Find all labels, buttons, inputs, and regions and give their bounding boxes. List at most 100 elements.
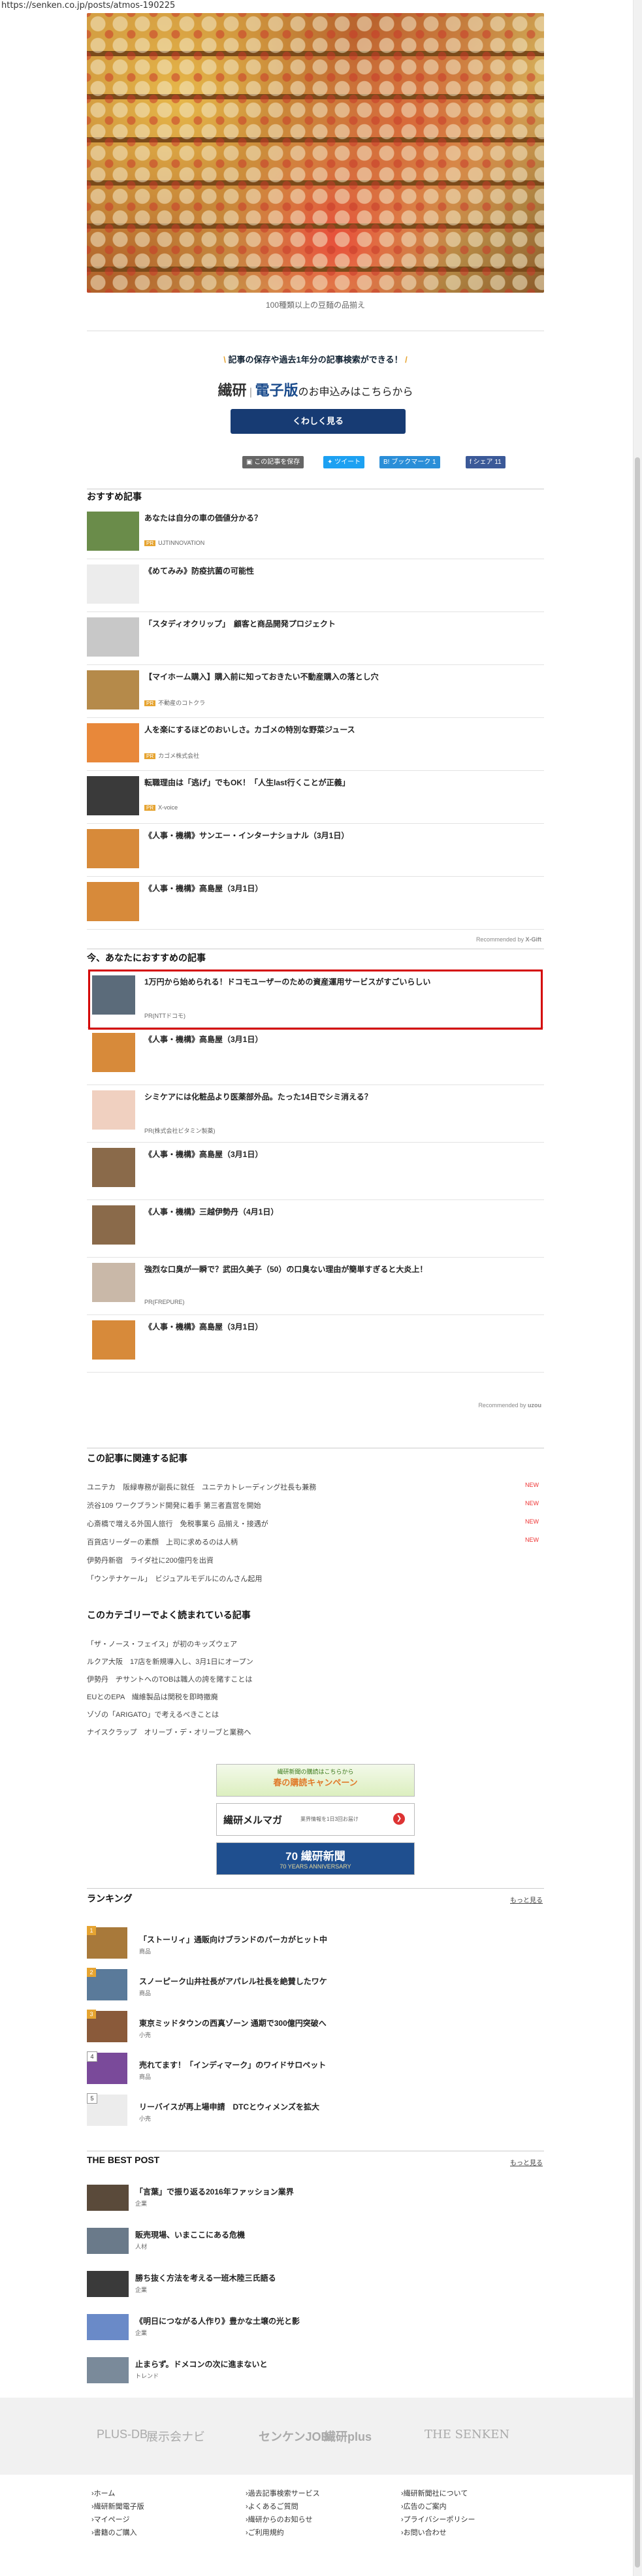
item-title: 強烈な口臭が一瞬で？武田久美子（50）の口臭ない理由が簡単すぎると大炎上！	[144, 1265, 428, 1274]
footer-link[interactable]: ›ご利用規約	[246, 2526, 320, 2539]
best-post-item[interactable]: 《明日につながる人作り》豊かな土壌の光と影 企業	[87, 2314, 544, 2343]
rank-number: 5	[87, 2093, 97, 2104]
ranking-item[interactable]: 5 リーバイスが再上場申請 DTCとウィメンズを拡大 小売	[87, 2093, 544, 2132]
best-post-item[interactable]: 販売現場、いまここにある危機 人材	[87, 2228, 544, 2257]
related-link[interactable]: 百貨店リーダーの素顔 上司に求めるのは人柄 NEW	[87, 1537, 544, 1547]
article-thumbnail	[92, 1148, 135, 1187]
divider	[87, 1888, 544, 1889]
best-post-item[interactable]: 「言葉」で振り返る2016年ファッション業界 企業	[87, 2185, 544, 2213]
ranking-item[interactable]: 2 スノーピーク山井社長がアパレル社長を絶賛したワケ 商品	[87, 1968, 544, 2007]
best-post-heading: THE BEST POST	[87, 2155, 160, 2165]
recommended-item[interactable]: 《人事・機構》高島屋（3月1日）	[87, 880, 544, 930]
ranking-item[interactable]: 4 売れてます！「インディマーク」のワイドサロペット 商品	[87, 2051, 544, 2091]
promo-lead: \ 記事の保存や過去1年分の記事検索ができる！ /	[223, 355, 408, 365]
item-category: 小売	[139, 2032, 152, 2038]
for-you-item[interactable]: 《人事・機構》高島屋（3月1日）	[87, 1031, 544, 1085]
item-category: 商品	[139, 1990, 152, 1997]
recommended-item[interactable]: 《めてみみ》防疫抗菌の可能性	[87, 562, 544, 612]
item-title: 【マイホーム購入】購入前に知っておきたい不動産購入の落とし穴	[144, 672, 379, 681]
ranking-item[interactable]: 3 東京ミッドタウンの西真ゾーン 通期で300億円突破へ 小売	[87, 2010, 544, 2049]
item-title: リーバイスが再上場申請 DTCとウィメンズを拡大	[139, 2102, 319, 2111]
item-title: 「ストーリィ」通販向けブランドのパーカがヒット中	[139, 1935, 328, 1944]
footer-link[interactable]: ›繊研新聞電子版	[91, 2500, 144, 2513]
hatena-bookmark-button[interactable]: B! ブックマーク 1	[379, 456, 440, 468]
subscription-banner[interactable]: 繊研新聞の購読はこちらから 春の購読キャンペーン	[216, 1764, 415, 1797]
footer-link[interactable]: ›書籍のご購入	[91, 2526, 144, 2539]
footer-link[interactable]: ›お問い合わせ	[401, 2526, 475, 2539]
item-title: 勝ち抜く方法を考える一班木陸三氏語る	[135, 2274, 276, 2283]
popular-link[interactable]: ルクア大阪 17店を新規導入し、3月1日にオープン	[87, 1656, 544, 1667]
pr-badge: PR	[144, 753, 156, 759]
tenjikai-navi-logo[interactable]: 展示会ナビ	[146, 2428, 205, 2445]
related-link[interactable]: ユニテカ 阪緑専務が副長に就任 ユニテカトレーディング社長も兼務 NEW	[87, 1482, 544, 1492]
article-thumbnail	[92, 1263, 135, 1302]
recommended-item[interactable]: 【マイホーム購入】購入前に知っておきたい不動産購入の落とし穴 PR 不動産のコトクラ	[87, 668, 544, 718]
item-title: 東京ミッドタウンの西真ゾーン 通期で300億円突破へ	[139, 2019, 327, 2028]
footer-links-col2: ›過去記事検索サービス ›よくあるご質問 ›繊研からのお知らせ ›ご利用規約	[246, 2487, 320, 2539]
article-thumbnail	[87, 2271, 129, 2297]
senken-plus-logo[interactable]: 繊研plus	[324, 2428, 372, 2445]
item-title: 人を楽にするほどのおいしさ。カゴメの特別な野菜ジュース	[144, 725, 355, 734]
senken-job-logo[interactable]: センケンJOB	[259, 2428, 329, 2445]
footer-link[interactable]: ›マイページ	[91, 2513, 144, 2526]
best-post-more-link[interactable]: もっと見る	[510, 2157, 543, 2167]
recommended-item[interactable]: 《人事・機構》サンエー・インターナショナル（3月1日）	[87, 827, 544, 877]
the-senken-logo[interactable]: THE SENKEN	[425, 2428, 509, 2441]
item-title: あなたは自分の車の価値分かる？	[144, 514, 263, 523]
recommended-item[interactable]: 人を楽にするほどのおいしさ。カゴメの特別な野菜ジュース PR カゴメ株式会社	[87, 721, 544, 771]
for-you-item[interactable]: 強烈な口臭が一瞬で？武田久美子（50）の口臭ない理由が簡単すぎると大炎上！ PR(…	[87, 1261, 544, 1315]
best-post-item[interactable]: 勝ち抜く方法を考える一班木陸三氏語る 企業	[87, 2271, 544, 2300]
footer-link[interactable]: ›広告のご案内	[401, 2500, 475, 2513]
for-you-item[interactable]: 《人事・機構》高島屋（3月1日）	[87, 1146, 544, 1200]
for-you-item[interactable]: シミケアには化粧品より医薬部外品。たった14日でシミ消える？ PR(株式会社ビタミ…	[87, 1088, 544, 1143]
popular-link[interactable]: EUとのEPA 繊維製品は関税を即時撤廃	[87, 1691, 544, 1702]
ranking-item[interactable]: 1 「ストーリィ」通販向けブランドのパーカがヒット中 商品	[87, 1926, 544, 1965]
item-category: 人材	[135, 2243, 148, 2250]
scrollbar-thumb[interactable]	[635, 457, 640, 2568]
footer-link[interactable]: ›よくあるご質問	[246, 2500, 320, 2513]
plus-db-logo[interactable]: PLUS-DB	[97, 2428, 148, 2441]
for-you-heading: 今、あなたにおすすめの記事	[87, 953, 206, 963]
rank-number: 2	[87, 1968, 96, 1977]
item-title: 《人事・機構》高島屋（3月1日）	[144, 884, 263, 893]
for-you-item[interactable]: 《人事・機構》高島屋（3月1日）	[87, 1318, 544, 1373]
article-thumbnail	[87, 2228, 129, 2254]
ranking-more-link[interactable]: もっと見る	[510, 1895, 543, 1904]
recommended-item[interactable]: 「スタディオクリップ」 顧客と商品開発プロジェクト	[87, 615, 544, 665]
for-you-item[interactable]: 《人事・機構》三越伊勢丹（4月1日）	[87, 1203, 544, 1258]
footer-link[interactable]: ›過去記事検索サービス	[246, 2487, 320, 2500]
recommended-item[interactable]: 転職理由は「逃げ」でもOK！「人生last行くことが正義」 PR X-voice	[87, 774, 544, 824]
save-article-button[interactable]: ▣ この記事を保存	[242, 456, 304, 468]
item-title: 《人事・機構》サンエー・インターナショナル（3月1日）	[144, 831, 349, 840]
footer-link[interactable]: ›プライバシーポリシー	[401, 2513, 475, 2526]
popular-link[interactable]: 伊勢丹 ヂサントへのTOBは職人の誇を賭すことは	[87, 1674, 544, 1684]
related-link[interactable]: 伊勢丹新宿 ライダ社に200億円を出資	[87, 1555, 544, 1565]
for-you-credit: Recommended by uzou	[478, 1402, 541, 1409]
mailmagazine-banner[interactable]: 繊研メルマガ 業界情報を1日3回お届け ❯	[216, 1803, 415, 1836]
item-category: 企業	[135, 2330, 148, 2336]
item-sponsor: PR(株式会社ビタミン製薬)	[144, 1128, 216, 1134]
related-link[interactable]: 心斎橋で増える外国人旅行 免税事業ら 品揃え・接遇が NEW	[87, 1518, 544, 1529]
tweet-button[interactable]: ✦ ツイート	[323, 456, 365, 468]
item-title: シミケアには化粧品より医薬部外品。たった14日でシミ消える？	[144, 1092, 372, 1101]
popular-link[interactable]: ゾゾの「ARIGATO」で考えるべきことは	[87, 1709, 544, 1720]
recommended-item[interactable]: あなたは自分の車の価値分かる？ PR UJTINNOVATION	[87, 510, 544, 559]
popular-link[interactable]: ナイスクラップ オリーブ・デ・オリーブと業務へ	[87, 1727, 544, 1737]
footer-link[interactable]: ›ホーム	[91, 2487, 144, 2500]
best-post-item[interactable]: 止まらず。ドメコンの次に進まないと トレンド	[87, 2357, 544, 2386]
popular-link[interactable]: 「ザ・ノース・フェイス」が初のキッズウェア	[87, 1639, 544, 1649]
rank-number: 4	[87, 2051, 97, 2062]
related-link[interactable]: 「ウンテナケール」 ビジュアルモデルにのんさん起用	[87, 1573, 544, 1584]
promo-more-button[interactable]: くわしく見る	[231, 409, 406, 434]
related-link[interactable]: 渋谷109 ワークブランド開発に着手 第三者直営を開始 NEW	[87, 1500, 544, 1510]
facebook-share-button[interactable]: f シェア 11	[466, 456, 506, 468]
item-title: 「言葉」で振り返る2016年ファッション業界	[135, 2187, 294, 2196]
article-thumbnail	[87, 617, 139, 657]
item-title: 《めてみみ》防疫抗菌の可能性	[144, 566, 255, 576]
item-sponsor: PR UJTINNOVATION	[144, 540, 204, 546]
pr-badge: PR	[144, 540, 156, 546]
item-sponsor: PR 不動産のコトクラ	[144, 698, 205, 707]
footer-link[interactable]: ›繊研からのお知らせ	[246, 2513, 320, 2526]
footer-link[interactable]: ›繊研新聞社について	[401, 2487, 475, 2500]
anniversary-banner[interactable]: 70 繊研新聞 70 YEARS ANNIVERSARY	[216, 1842, 415, 1875]
